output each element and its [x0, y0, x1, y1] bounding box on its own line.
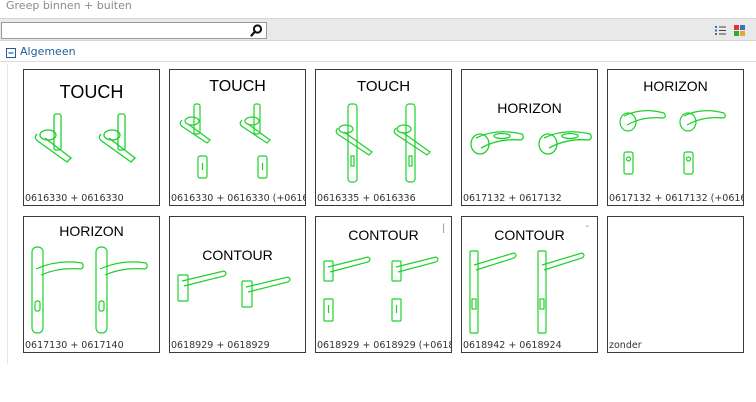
handle-tile[interactable]: HORIZON 0617130 + 0617140	[23, 216, 160, 353]
tile-caption: 0617130 + 0617140	[25, 340, 124, 351]
horizon-handle-pair-icon	[470, 131, 592, 155]
horizon-long-plate-handle-icon	[31, 246, 148, 334]
toolbar	[0, 18, 756, 41]
tile-caption: 0617132 + 0617132	[463, 193, 562, 204]
horizon-handle-pair-with-cylinder-icon	[619, 110, 726, 175]
collapse-minus-icon[interactable]	[6, 48, 16, 58]
search-icon[interactable]	[250, 24, 263, 37]
tile-caption: 0616330 + 0616330	[25, 193, 124, 204]
tile-caption: zonder	[609, 340, 642, 351]
touch-handle-pair-with-cylinder-icon	[179, 103, 271, 179]
tile-caption: 0616330 + 0616330 (+0616334)	[171, 193, 305, 204]
tile-caption: 0618942 + 0618924	[463, 340, 562, 351]
search-input[interactable]	[2, 25, 248, 40]
handle-tile[interactable]: CONTOUR - 0618942 + 0618924	[461, 216, 598, 353]
tile-caption: 0617132 + 0617132 (+0616992)	[609, 193, 743, 204]
touch-long-plate-handle-icon	[335, 103, 431, 183]
tile-caption: 0618929 + 0618929	[171, 340, 270, 351]
handle-tile[interactable]: CONTOUR | 0618929 + 0618929 (+0618938)	[315, 216, 452, 353]
handle-tile[interactable]: HORIZON 0617132 + 0617132 (+0616992)	[607, 69, 744, 206]
handle-tile[interactable]: CONTOUR 0618929 + 0618929	[169, 216, 306, 353]
tile-caption: 0616335 + 0616336	[317, 193, 416, 204]
contour-handle-pair-with-cylinder-icon	[323, 256, 439, 322]
handle-tile[interactable]: TOUCH 0616335 + 0616336	[315, 69, 452, 206]
contour-long-plate-handle-icon	[469, 250, 585, 334]
group-indent-rule	[7, 64, 8, 364]
handle-tile[interactable]: TOUCH 0616330 + 0616330	[23, 69, 160, 206]
group-header[interactable]: Algemeen	[0, 43, 756, 62]
search-box[interactable]	[1, 22, 267, 40]
handle-tile[interactable]: TOUCH 0616330 + 0616330 (+0616334)	[169, 69, 306, 206]
window-title: Greep binnen + buiten	[6, 0, 132, 12]
grid-view-icon[interactable]	[733, 24, 746, 37]
handle-tile[interactable]: HORIZON 0617132 + 0617132	[461, 69, 598, 206]
contour-handle-pair-icon	[177, 270, 291, 308]
handle-tile[interactable]: zonder	[607, 216, 744, 353]
window-titlebar: Greep binnen + buiten	[0, 0, 756, 18]
tile-caption: 0618929 + 0618929 (+0618938)	[317, 340, 451, 351]
group-divider	[0, 61, 756, 62]
group-label: Algemeen	[20, 45, 76, 58]
list-view-icon[interactable]	[714, 24, 727, 37]
touch-handle-pair-icon	[34, 113, 136, 163]
